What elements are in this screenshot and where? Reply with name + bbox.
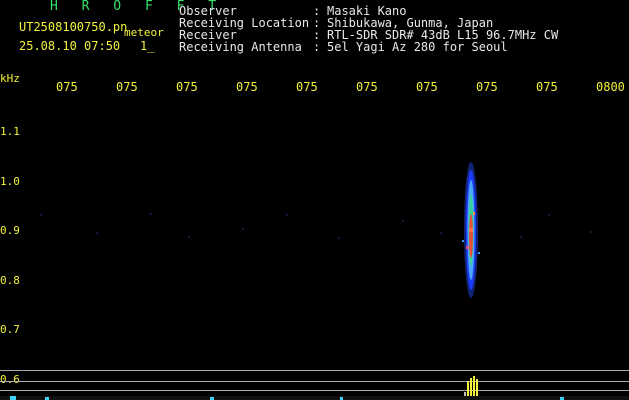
spectrogram-screen: H R O F F T UT2508100750.pn meteor 25.08… <box>0 0 629 400</box>
spectrogram-plot <box>0 162 629 400</box>
bottom-reference-lines <box>0 370 629 391</box>
noise-speckle <box>40 213 592 239</box>
signal-level-bars <box>0 376 629 400</box>
meteor-echo <box>462 162 480 298</box>
